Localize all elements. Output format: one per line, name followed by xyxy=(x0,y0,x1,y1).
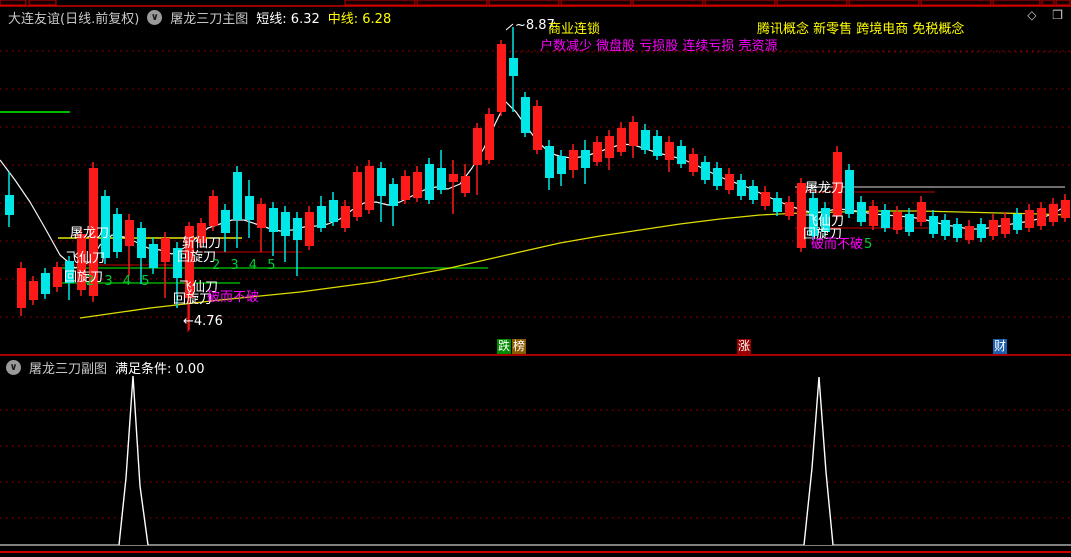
sub-indicator-title: 屠龙三刀副图 xyxy=(29,362,108,377)
chart-annotation: 2 3 4 5 xyxy=(86,274,153,289)
chart-annotation: 破而不破 xyxy=(207,290,260,305)
chart-annotation: 斩仙刀 xyxy=(182,236,222,251)
chart-annotation: 回旋刀 xyxy=(177,250,217,265)
chart-annotation: 2 3 4 5 xyxy=(212,258,279,273)
chart-annotation: 飞仙刀 xyxy=(66,251,106,266)
chart-annotation: 破而不破 xyxy=(811,237,864,252)
chart-annotation: 户数减少 微盘股 亏损股 连续亏损 壳资源 xyxy=(540,39,778,54)
signal-spike xyxy=(803,376,834,546)
candlestick-chart[interactable] xyxy=(0,0,1071,557)
chart-annotation: 商业连锁 xyxy=(548,22,601,37)
footer-tag-zhang[interactable]: 涨 xyxy=(737,339,752,354)
footer-tag-cai[interactable]: 财 xyxy=(993,339,1008,354)
condition-value: 满足条件: 0.00 xyxy=(115,362,205,377)
short-line-value: 短线: 6.32 xyxy=(256,12,320,27)
chart-annotation: 屠龙刀 xyxy=(70,226,110,241)
chart-annotation: ←4.76 xyxy=(183,314,223,329)
app-window: 大连友谊(日线.前复权) ∨ 屠龙三刀主图 短线: 6.32 中线: 6.28 … xyxy=(0,0,1071,557)
stock-title: 大连友谊(日线.前复权) xyxy=(8,12,140,27)
footer-tag-die[interactable]: 跌 xyxy=(497,339,512,354)
chevron-down-icon[interactable]: ∨ xyxy=(147,10,163,25)
sub-chart-header: ∨ 屠龙三刀副图 满足条件: 0.00 xyxy=(6,358,204,377)
footer-tag-bang[interactable]: 榜 xyxy=(512,339,527,354)
window-corner-icons[interactable]: ◇ ❒ xyxy=(1027,8,1069,22)
indicator-title: 屠龙三刀主图 xyxy=(170,12,249,27)
chart-annotation: 腾讯概念 新零售 跨境电商 免税概念 xyxy=(757,22,965,37)
chart-annotation: 5 xyxy=(864,237,873,252)
chart-annotation: 屠龙刀 xyxy=(805,181,845,196)
signal-spike xyxy=(118,375,149,546)
main-chart-header: 大连友谊(日线.前复权) ∨ 屠龙三刀主图 短线: 6.32 中线: 6.28 xyxy=(8,8,391,27)
mid-line-value: 中线: 6.28 xyxy=(327,12,392,27)
chevron-down-icon[interactable]: ∨ xyxy=(6,360,21,375)
